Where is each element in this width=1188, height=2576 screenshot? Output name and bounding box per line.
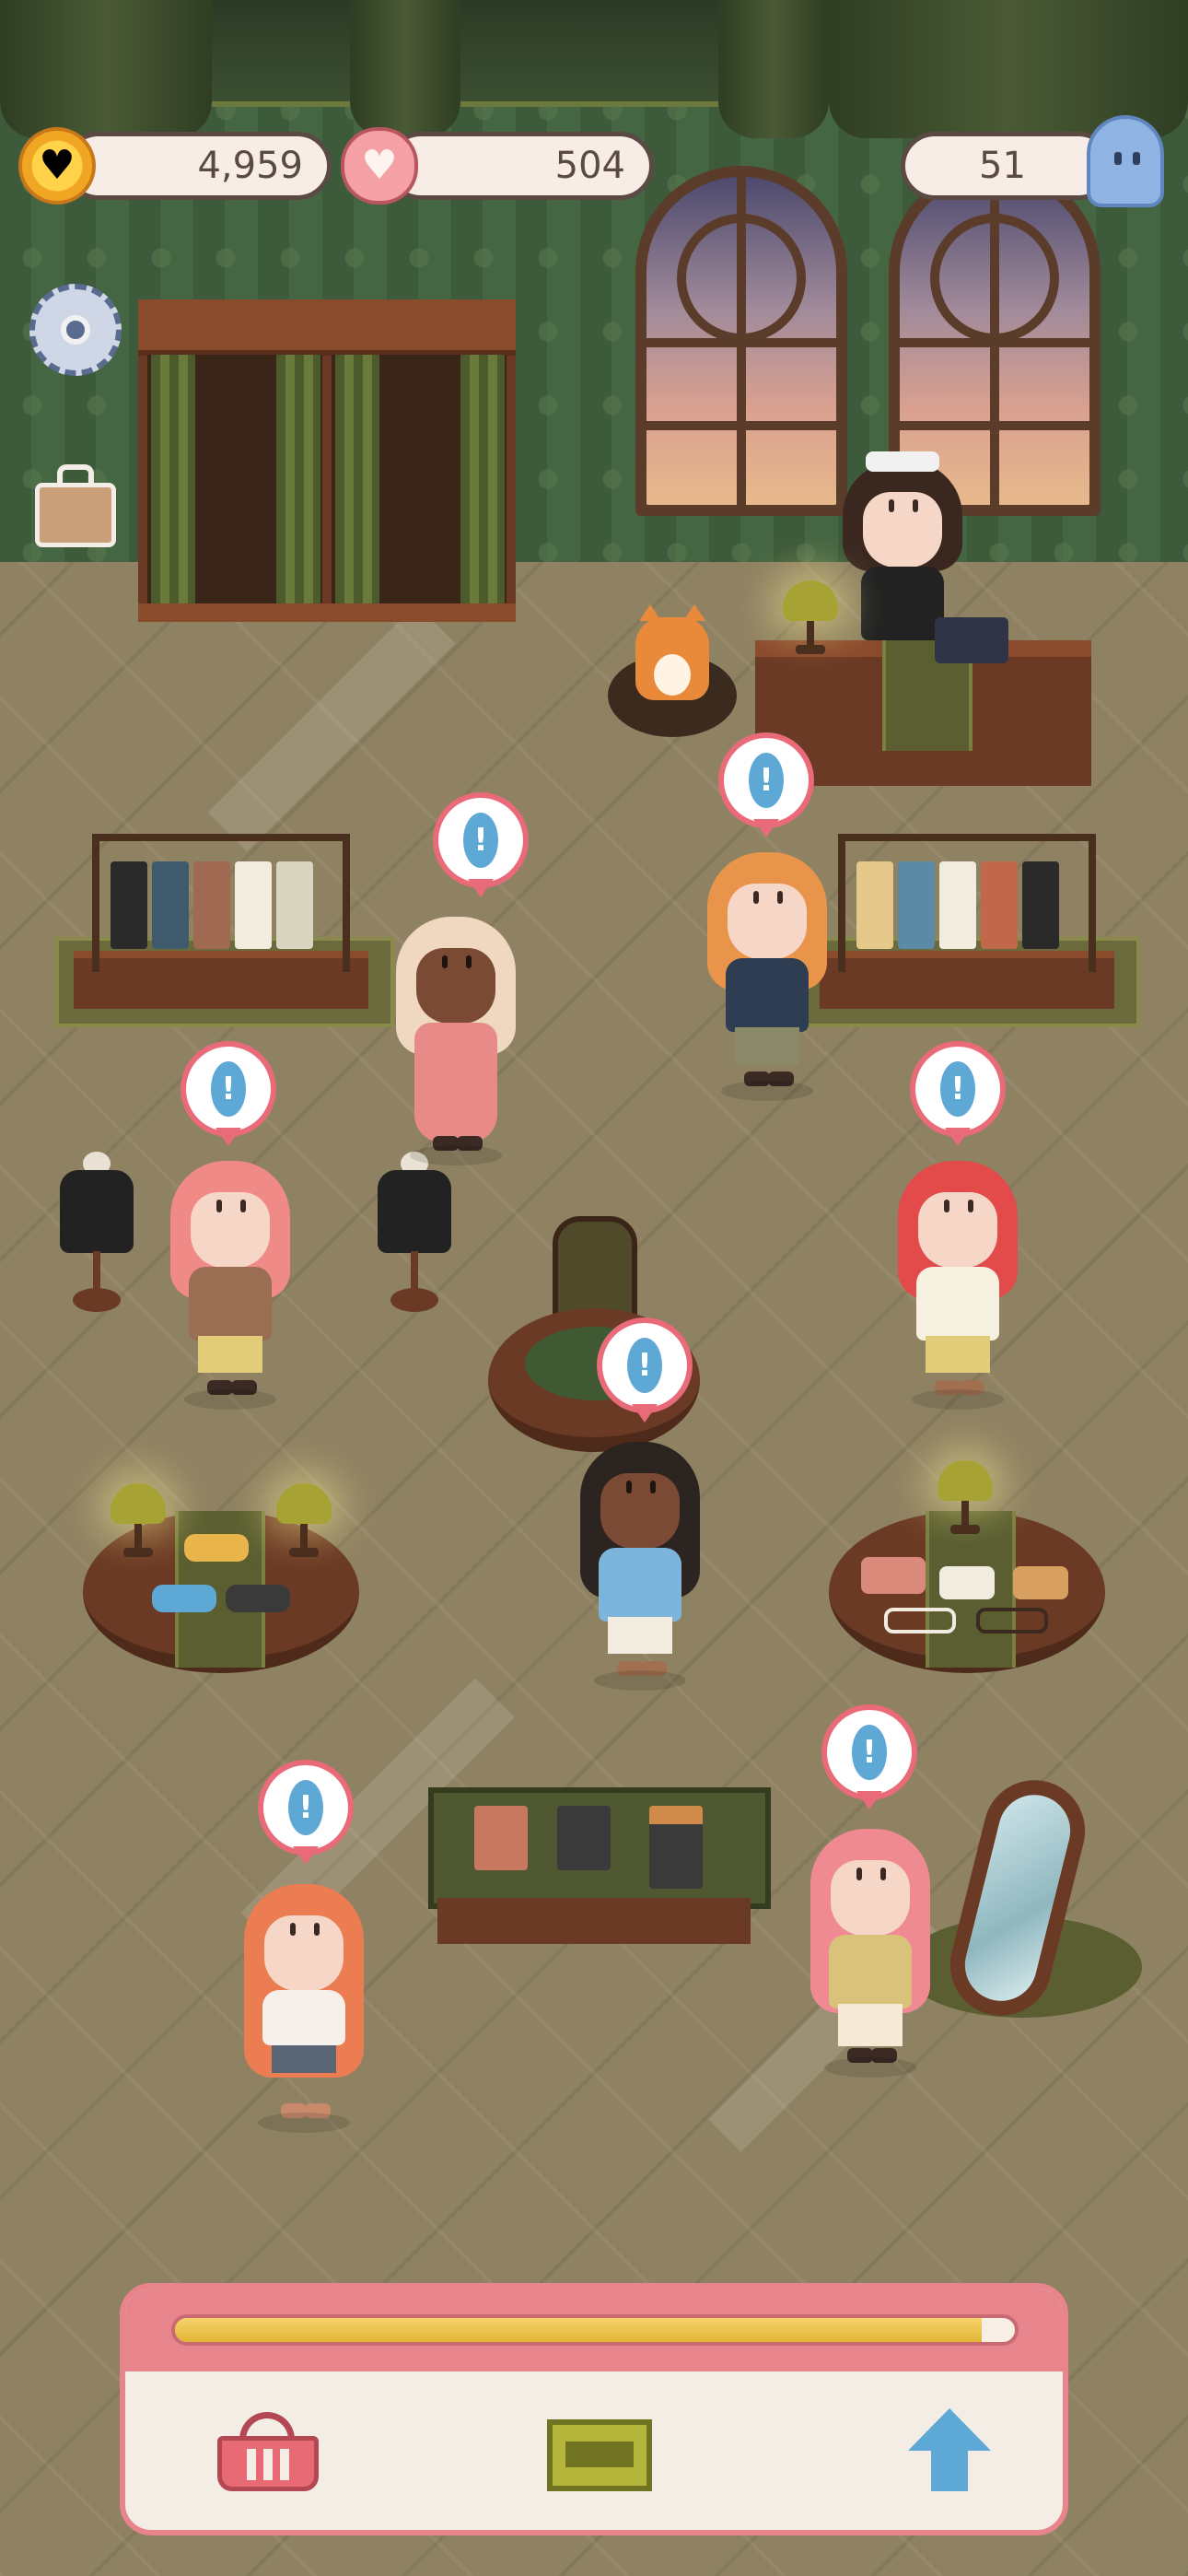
customer-request-bubble[interactable]: ! [718, 732, 814, 841]
shoes-blue [152, 1585, 216, 1612]
exclamation-icon: ! [749, 753, 784, 808]
exclamation-icon: ! [940, 1061, 975, 1117]
fitting-room[interactable] [138, 299, 516, 622]
glasses-dark [976, 1608, 1048, 1633]
clothing-rack-right[interactable] [801, 834, 1140, 1027]
drape-center-left [350, 0, 460, 138]
exclamation-icon: ! [627, 1338, 662, 1393]
customer-request-bubble[interactable]: ! [821, 1704, 917, 1813]
coin-counter: 4,959 [64, 132, 332, 200]
basket-button[interactable] [208, 2399, 328, 2500]
customer-request-bubble[interactable]: ! [910, 1041, 1006, 1150]
customer-orange-long-hair[interactable] [244, 1884, 364, 2133]
table-lamp [111, 1483, 166, 1557]
drape-center-right [718, 0, 829, 138]
coin-icon: ♥ [18, 127, 96, 205]
game-scene: ! ! ! ! ! ! ! 4,959 ♥ 504 ♥ 51 [0, 0, 1188, 2576]
customer-request-bubble[interactable]: ! [258, 1760, 354, 1868]
customer-dark-hair[interactable] [580, 1442, 700, 1691]
exclamation-icon: ! [288, 1780, 323, 1835]
visitor-counter: 51 [901, 132, 1112, 200]
bag-tan [1013, 1566, 1068, 1599]
customer-pink-braid[interactable] [170, 1161, 290, 1410]
counter-lamp [783, 580, 838, 654]
customer-request-bubble[interactable]: ! [181, 1041, 276, 1150]
customer-pink-long-hair[interactable] [810, 1829, 930, 2078]
shoes-black [226, 1585, 290, 1612]
clothing-rack-left[interactable] [55, 834, 394, 1027]
bag-pink [861, 1557, 926, 1594]
shop-progress-bar [171, 2314, 1019, 2346]
customer-orange-hair[interactable] [707, 852, 827, 1101]
shoes-yellow [184, 1534, 249, 1562]
arched-window-left [635, 166, 847, 516]
drape-left [0, 0, 212, 138]
display-case-button[interactable] [540, 2399, 659, 2500]
cash-register [935, 617, 1008, 663]
shop-cat[interactable] [635, 604, 709, 700]
heart-counter: 504 [387, 132, 654, 200]
exclamation-icon: ! [211, 1061, 246, 1117]
mannequin-right[interactable] [368, 1152, 460, 1317]
standing-mirror [903, 1769, 1142, 2055]
customer-pink-dress[interactable] [396, 917, 516, 1165]
customer-request-bubble[interactable]: ! [433, 792, 529, 901]
customer-red-buns[interactable] [898, 1161, 1018, 1410]
heart-icon: ♥ [341, 127, 418, 205]
customer-request-bubble[interactable]: ! [597, 1317, 693, 1426]
upgrade-button[interactable] [890, 2399, 1009, 2500]
inventory-button[interactable] [29, 461, 122, 553]
bottom-toolbar [120, 2283, 1068, 2535]
progress-fill [175, 2318, 982, 2342]
heart-amount: 504 [554, 145, 625, 187]
mannequin-left[interactable] [51, 1152, 143, 1317]
settings-button[interactable] [29, 284, 122, 376]
pants-display-table[interactable] [428, 1787, 771, 1944]
glasses [884, 1608, 956, 1633]
visitor-amount: 51 [979, 145, 1026, 187]
exclamation-icon: ! [463, 813, 498, 868]
bag-white [939, 1566, 995, 1599]
table-lamp [276, 1483, 332, 1557]
table-lamp [938, 1460, 993, 1534]
coin-amount: 4,959 [197, 145, 303, 187]
ghost-icon [1087, 115, 1164, 207]
exclamation-icon: ! [852, 1725, 887, 1780]
arrow-up-icon [908, 2408, 991, 2451]
